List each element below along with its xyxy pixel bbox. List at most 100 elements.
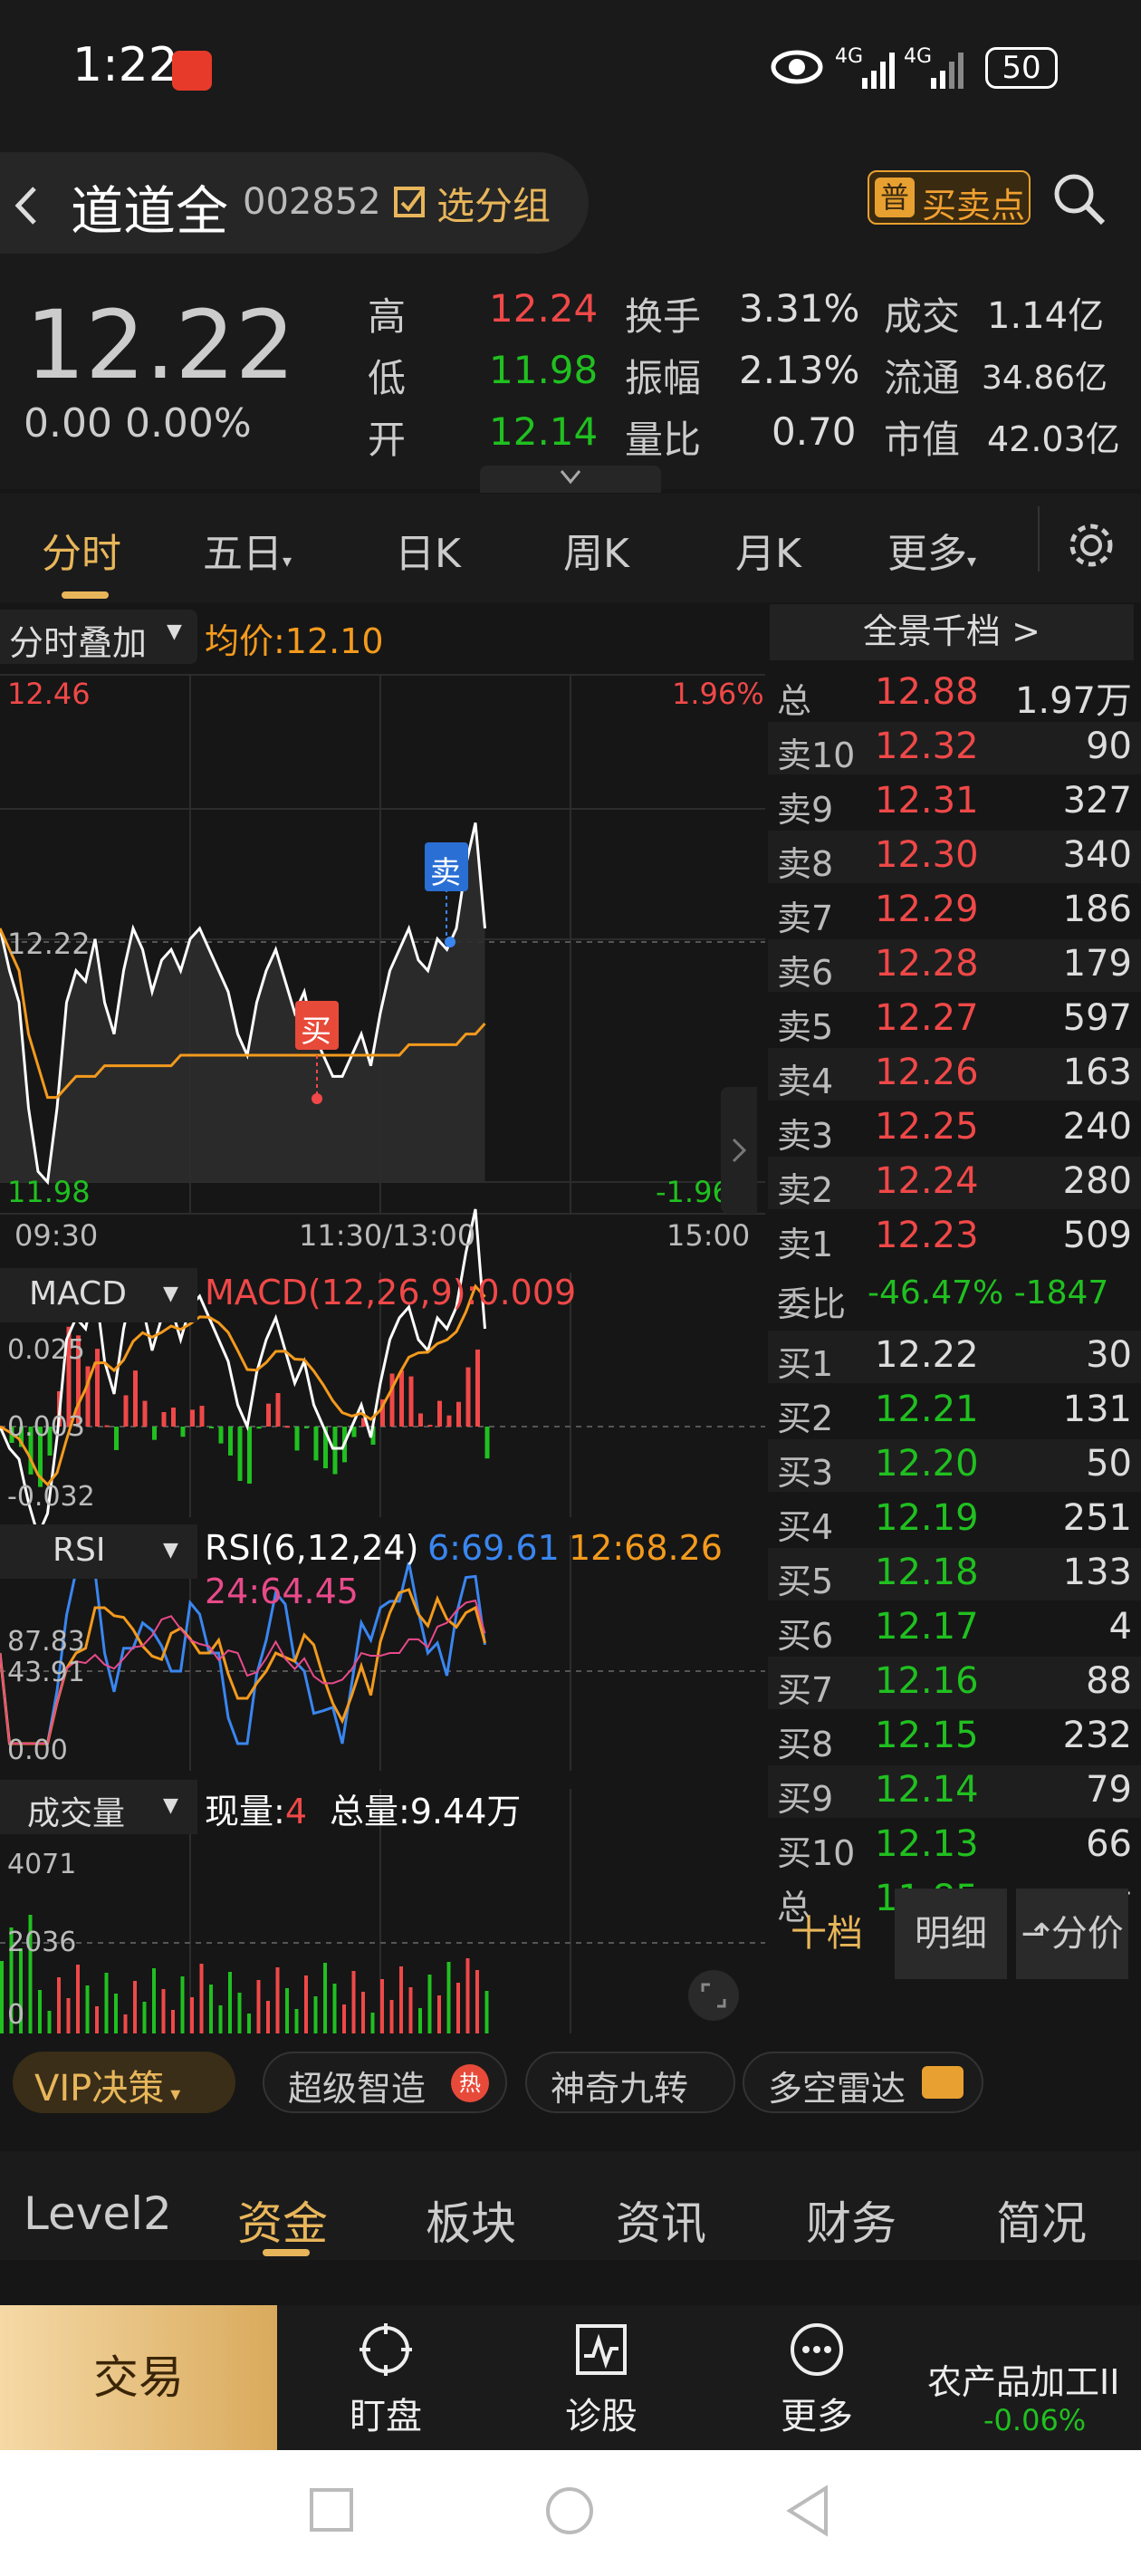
battery-level: 50 — [1002, 50, 1041, 86]
tab-sector[interactable]: 板块 — [426, 2187, 516, 2253]
select-group-button[interactable]: 选分组 — [436, 176, 551, 231]
macd-selector[interactable]: MACD ▼ — [0, 1268, 197, 1322]
ask-row[interactable]: 卖10 12.32 90 — [768, 722, 1141, 775]
overlay-button[interactable]: 分时叠加 ▼ — [0, 610, 197, 664]
tab-week-k[interactable]: 周K — [563, 521, 629, 579]
book-price: 12.15 — [875, 1715, 979, 1756]
bid-row[interactable]: 买4 12.19 251 — [768, 1494, 1141, 1547]
tab-price-split-label: 分价 — [1050, 1913, 1124, 1955]
ask-total[interactable]: 总 12.88 1.97万 — [768, 668, 1141, 722]
volume-total: 总量:9.44万 — [330, 1792, 522, 1831]
ask-row[interactable]: 卖2 12.24 280 — [768, 1157, 1141, 1210]
last-price: 12.22 — [25, 290, 295, 400]
tab-intraday[interactable]: 分时 — [42, 521, 121, 579]
tab-news[interactable]: 资讯 — [616, 2187, 706, 2253]
tool-radar[interactable]: 多空雷达 — [743, 2052, 983, 2113]
collapse-book-handle[interactable] — [721, 1087, 757, 1214]
book-volume: 79 — [1086, 1769, 1132, 1811]
network2-label: 4G — [904, 45, 933, 68]
volume-current-value: 4 — [284, 1792, 307, 1831]
rsi-label: RSI — [53, 1532, 106, 1569]
fullscreen-button[interactable] — [688, 1970, 739, 2021]
recent-apps-icon[interactable] — [308, 2486, 355, 2533]
tab-five-day[interactable]: 五日▾ — [203, 521, 292, 579]
book-volume: 251 — [1062, 1497, 1132, 1539]
back-icon[interactable] — [784, 2485, 831, 2537]
book-price: 12.23 — [875, 1215, 979, 1256]
trade-button[interactable]: 交易 — [0, 2305, 277, 2450]
commission-ratio[interactable]: 委比 -46.47% -1847 — [768, 1271, 1141, 1324]
ask-row[interactable]: 卖6 12.28 179 — [768, 939, 1141, 993]
sector-name[interactable]: 农产品加工II — [927, 2354, 1119, 2404]
ask-row[interactable]: 卖4 12.26 163 — [768, 1048, 1141, 1101]
book-level-label: 买5 — [777, 1562, 834, 1601]
amplitude-label: 振幅 — [625, 356, 702, 400]
back-chevron-icon[interactable] — [13, 183, 40, 228]
ask-row[interactable]: 卖1 12.23 509 — [768, 1211, 1141, 1264]
volume-top-label: 4071 — [7, 1849, 77, 1880]
system-nav — [0, 2450, 1141, 2576]
book-level-label: 买8 — [777, 1725, 834, 1764]
bid-row[interactable]: 买10 12.13 66 — [768, 1820, 1141, 1873]
tab-details[interactable]: 明细 — [895, 1889, 1007, 1979]
volume-selector[interactable]: 成交量 ▼ — [0, 1780, 197, 1834]
tab-five-day-label: 五日 — [203, 531, 283, 577]
tab-day-k[interactable]: 日K — [395, 521, 461, 579]
ask-row[interactable]: 卖5 12.27 597 — [768, 994, 1141, 1047]
gear-icon[interactable] — [1065, 519, 1117, 572]
bid-row[interactable]: 买5 12.18 133 — [768, 1548, 1141, 1601]
book-volume: 50 — [1086, 1443, 1132, 1485]
nav-more[interactable]: 更多 — [726, 2321, 907, 2439]
nav-watch[interactable]: 盯盘 — [295, 2321, 476, 2439]
ask-row[interactable]: 卖3 12.25 240 — [768, 1102, 1141, 1156]
tool-magic-nine[interactable]: 神奇九转 — [525, 2052, 735, 2113]
book-volume: 30 — [1086, 1334, 1132, 1376]
book-volume: 4 — [1108, 1606, 1132, 1648]
rsi-selector[interactable]: RSI ▼ — [0, 1524, 197, 1579]
search-icon[interactable] — [1050, 170, 1108, 228]
full-depth-button[interactable]: 全景千档 > — [770, 604, 1134, 660]
vip-decision-button[interactable]: VIP决策 ▾ — [13, 2052, 235, 2113]
tab-finance[interactable]: 财务 — [806, 2187, 896, 2253]
tab-more[interactable]: 更多▾ — [887, 521, 976, 579]
tab-ten-levels[interactable]: 十档 — [768, 1889, 886, 1979]
bid-row[interactable]: 买6 12.17 4 — [768, 1602, 1141, 1656]
book-level-label: 卖2 — [777, 1170, 834, 1210]
tab-funds[interactable]: 资金 — [237, 2187, 328, 2253]
rsi6-value: 6:69.61 — [427, 1528, 560, 1568]
nav-diagnose[interactable]: 诊股 — [511, 2321, 692, 2439]
tab-profile[interactable]: 简况 — [996, 2187, 1087, 2253]
buy-sell-point-button[interactable]: 普 买卖点 — [868, 170, 1031, 226]
expand-handle[interactable] — [480, 466, 661, 493]
book-tabs: 十档 明细 ⬏分价 — [768, 1870, 1141, 2033]
rsi-mid-label: 43.91 — [7, 1657, 85, 1688]
bid-row[interactable]: 买7 12.16 88 — [768, 1657, 1141, 1710]
book-price: 12.14 — [875, 1769, 979, 1811]
bid-row[interactable]: 买1 12.22 30 — [768, 1331, 1141, 1384]
home-icon[interactable] — [543, 2485, 596, 2537]
ask-row[interactable]: 卖7 12.29 186 — [768, 885, 1141, 938]
bid-row[interactable]: 买8 12.15 232 — [768, 1711, 1141, 1764]
bid-row[interactable]: 买3 12.20 50 — [768, 1439, 1141, 1493]
quote-panel: 12.22 0.00 0.00% 高 12.24 低 11.98 开 12.14… — [0, 272, 1141, 493]
tab-month-k[interactable]: 月K — [735, 521, 801, 579]
bid-row[interactable]: 买2 12.21 131 — [768, 1385, 1141, 1438]
rsi-bottom-label: 0.00 — [7, 1735, 68, 1766]
book-price: 12.28 — [875, 943, 979, 985]
book-volume: 232 — [1062, 1715, 1132, 1756]
ask-row[interactable]: 卖8 12.30 340 — [768, 831, 1141, 884]
bid-row[interactable]: 买9 12.14 79 — [768, 1765, 1141, 1819]
tab-price-split[interactable]: ⬏分价 — [1016, 1889, 1128, 1979]
book-price: 12.18 — [875, 1552, 979, 1593]
high-label: 高 — [368, 294, 407, 339]
volume-caret-icon: ▼ — [163, 1794, 178, 1817]
float-label: 流通 — [884, 356, 961, 400]
tab-level2[interactable]: Level2 — [24, 2187, 172, 2240]
book-price: 12.20 — [875, 1443, 979, 1485]
tool-super-smart[interactable]: 超级智造热 — [263, 2052, 507, 2113]
book-volume: 133 — [1062, 1552, 1132, 1593]
ask-row[interactable]: 卖9 12.31 327 — [768, 776, 1141, 830]
price-change: 0.00 0.00% — [24, 400, 252, 447]
book-price: 12.19 — [875, 1497, 979, 1539]
volratio-label: 量比 — [625, 418, 702, 462]
